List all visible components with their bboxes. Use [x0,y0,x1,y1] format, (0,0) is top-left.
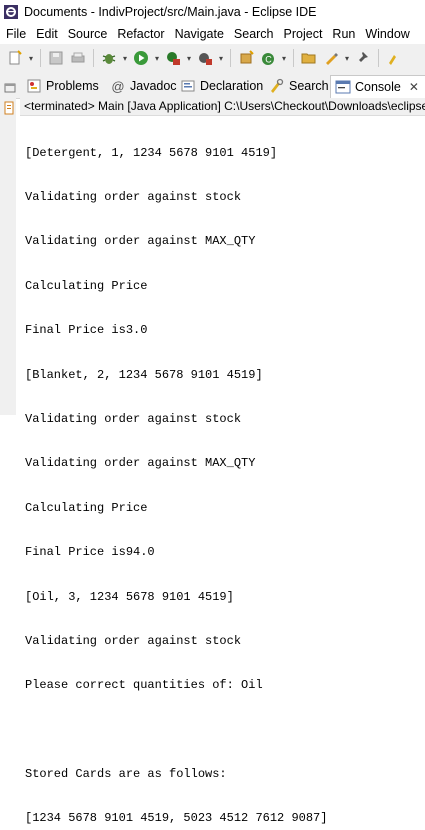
new-icon [9,50,22,65]
open-folder-button[interactable] [298,47,320,69]
print-button[interactable] [67,47,89,69]
debug-icon [102,54,116,64]
javadoc-icon: @ [111,78,125,94]
tab-declaration[interactable]: Declaration [180,75,263,97]
console-line: [Blanket, 2, 1234 5678 9101 4519] [25,367,263,382]
save-button[interactable] [45,47,67,69]
search-icon [389,55,396,65]
open-folder-icon [301,53,316,64]
console-icon [335,79,351,95]
console-line: Calculating Price [25,278,148,293]
debug-dropdown[interactable]: ▾ [120,47,130,69]
title-bar: Documents - IndivProject/src/Main.java -… [0,0,425,24]
pen-icon [326,53,338,65]
run-icon [134,51,148,65]
new-java-class-dropdown[interactable]: ▾ [279,47,289,69]
new-java-class-icon: C [262,53,274,65]
console-line: Final Price is94.0 [25,545,155,560]
left-trim-strip [0,72,16,415]
console-line: [Oil, 3, 1234 5678 9101 4519] [25,589,234,604]
menu-navigate[interactable]: Navigate [170,27,229,41]
search-toolbar-button[interactable] [383,47,405,69]
tab-javadoc[interactable]: @ Javadoc [110,75,177,97]
console-line: Validating order against MAX_QTY [25,456,256,471]
search-icon [269,78,285,94]
menu-window[interactable]: Window [360,27,414,41]
console-line: Please correct quantities of: Oil [25,678,263,693]
console-line: Validating order against stock [25,189,242,204]
pen-dropdown[interactable]: ▾ [342,47,352,69]
menu-project[interactable]: Project [279,27,328,41]
new-java-package-icon [240,50,254,64]
console-line: Validating order against stock [25,411,242,426]
window-title: Documents - IndivProject/src/Main.java -… [24,5,317,19]
eclipse-icon [4,5,18,19]
print-icon [71,52,85,63]
pen-button[interactable] [320,47,342,69]
minimize-view-icon[interactable] [4,82,16,94]
pin-icon [359,52,368,62]
tab-problems[interactable]: Problems [26,75,99,97]
separator [293,49,294,67]
save-icon [49,51,63,65]
pin-button[interactable] [352,47,374,69]
toolbar: ▾ ▾ ▾ ▾ ▾ C ▾ ▾ [0,44,425,73]
menu-file[interactable]: File [0,27,31,41]
tab-search[interactable]: Search [269,75,329,97]
menu-bar: File Edit Source Refactor Navigate Searc… [0,24,425,44]
menu-search[interactable]: Search [229,27,279,41]
separator [93,49,94,67]
separator [40,49,41,67]
console-view: <terminated> Main [Java Application] C:\… [20,98,425,825]
console-line: Validating order against MAX_QTY [25,234,256,249]
separator [378,49,379,67]
console-line: Stored Cards are as follows: [25,767,227,782]
external-tools-icon [167,52,180,65]
external-tools-dropdown[interactable]: ▾ [184,47,194,69]
menu-refactor[interactable]: Refactor [112,27,169,41]
tab-problems-label: Problems [46,79,99,93]
run-coverage-button[interactable] [194,47,216,69]
separator [230,49,231,67]
menu-edit[interactable]: Edit [31,27,63,41]
new-dropdown[interactable]: ▾ [26,47,36,69]
console-line: [1234 5678 9101 4519, 5023 4512 7612 908… [25,811,328,826]
new-java-package-button[interactable] [235,47,257,69]
declaration-icon [180,78,196,94]
new-button[interactable] [4,47,26,69]
run-dropdown[interactable]: ▾ [152,47,162,69]
tab-javadoc-label: Javadoc [130,79,177,93]
svg-text:C: C [265,55,272,65]
problems-icon [26,78,42,94]
console-line: [Detergent, 1, 1234 5678 9101 4519] [25,145,278,160]
debug-button[interactable] [98,47,120,69]
tab-search-label: Search [289,79,329,93]
view-tab-bar: Problems @ Javadoc Declaration Search Co… [0,72,425,99]
menu-source[interactable]: Source [63,27,113,41]
menu-run[interactable]: Run [327,27,360,41]
tab-console-label: Console [355,80,401,94]
run-coverage-dropdown[interactable]: ▾ [216,47,226,69]
run-button[interactable] [130,47,152,69]
console-line: Final Price is3.0 [25,323,148,338]
console-status: <terminated> Main [Java Application] C:\… [20,98,425,116]
new-java-class-button[interactable]: C [257,47,279,69]
close-icon[interactable]: ✕ [409,80,419,94]
tab-console[interactable]: Console ✕ [330,75,425,98]
quick-diff-marker-icon [4,101,14,115]
run-coverage-icon [199,53,212,65]
console-line: Validating order against stock [25,633,242,648]
tab-declaration-label: Declaration [200,79,264,93]
external-tools-button[interactable] [162,47,184,69]
console-output[interactable]: [Detergent, 1, 1234 5678 9101 4519] Vali… [25,116,327,830]
console-line: Calculating Price [25,500,148,515]
